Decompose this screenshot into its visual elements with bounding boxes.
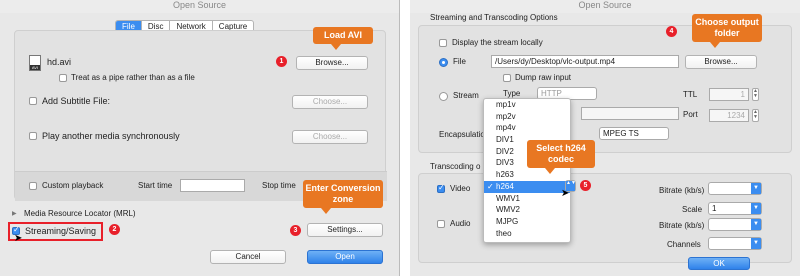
subtitle-checkbox[interactable]	[29, 97, 37, 105]
codec-option[interactable]: MJPG	[484, 216, 570, 228]
streaming-label: Streaming/Saving	[25, 226, 97, 236]
codec-option[interactable]: theo	[484, 228, 570, 240]
step-badge-5: 5	[580, 180, 591, 191]
start-time-input[interactable]	[180, 179, 245, 192]
custom-playback-checkbox[interactable]	[29, 182, 37, 190]
chevron-down-icon: ▼	[751, 203, 761, 214]
callout-conversion-zone: Enter Conversion zone	[303, 180, 383, 214]
output-path-input[interactable]: /Users/dy/Desktop/vlc-output.mp4	[491, 55, 679, 68]
video-checkbox[interactable]	[437, 183, 445, 193]
stop-time-label: Stop time	[262, 181, 296, 190]
step-badge-3: 3	[290, 225, 301, 236]
ttl-label: TTL	[683, 90, 698, 99]
callout-load-avi: Load AVI	[313, 27, 373, 50]
encapsulation-value: MPEG TS	[603, 129, 639, 138]
browse-button[interactable]: Browse...	[296, 56, 368, 70]
window-title: Open Source	[0, 0, 399, 13]
video-label: Video	[450, 184, 471, 193]
open-source-dialog-right: Open Source Streaming and Transcoding Op…	[410, 0, 800, 276]
transcoding-group: Video Bitrate (kb/s) ▼ Scale 1▼ Audio Bi…	[418, 173, 792, 263]
type-label: Type	[503, 89, 521, 98]
choose-sync-button[interactable]: Choose...	[292, 130, 368, 144]
file-radio[interactable]	[439, 58, 448, 67]
file-label: File	[453, 57, 466, 66]
callout-output-folder: Choose output folder	[692, 14, 762, 48]
codec-option[interactable]: WMV1	[484, 193, 570, 205]
port-input[interactable]: 1234	[709, 109, 749, 122]
audio-bitrate-label: Bitrate (kb/s)	[659, 221, 705, 230]
port-label: Port	[683, 110, 698, 119]
start-time-label: Start time	[138, 181, 173, 190]
mrl-label: Media Resource Locator (MRL)	[24, 209, 136, 218]
stream-label: Stream	[453, 91, 479, 100]
audio-checkbox[interactable]	[437, 220, 445, 228]
avi-icon-label: AVI	[30, 65, 40, 70]
settings-button[interactable]: Settings...	[307, 223, 383, 237]
file-group: AVI hd.avi Treat as a pipe rather than a…	[14, 30, 387, 201]
display-locally-checkbox[interactable]	[439, 39, 447, 47]
pipe-checkbox[interactable]	[59, 74, 67, 82]
audio-label: Audio	[450, 219, 471, 228]
callout-select-codec: Select h264 codec	[527, 140, 595, 174]
codec-option[interactable]: mp2v	[484, 111, 570, 123]
channels-select[interactable]: ▼	[708, 237, 762, 250]
ok-button[interactable]: OK	[688, 257, 750, 270]
channels-label: Channels	[667, 240, 701, 249]
file-name: hd.avi	[47, 57, 72, 67]
open-button[interactable]: Open	[307, 250, 383, 264]
window-title-right: Open Source	[410, 0, 800, 13]
scale-value: 1	[712, 204, 717, 213]
streaming-options-title: Streaming and Transcoding Options	[430, 13, 558, 22]
scale-select[interactable]: 1 ▼	[708, 202, 762, 215]
codec-option[interactable]: h263	[484, 169, 570, 181]
subtitle-label: Add Subtitle File:	[42, 96, 111, 106]
step-badge-4: 4	[666, 26, 677, 37]
codec-dropdown[interactable]: mp1v mp2v mp4v DIV1 DIV2 DIV3 h263 h264 …	[483, 98, 571, 243]
dump-raw-checkbox[interactable]	[503, 74, 511, 82]
display-locally-label: Display the stream locally	[452, 38, 543, 47]
ttl-input[interactable]: 1	[709, 88, 749, 101]
step-badge-1: 1	[276, 56, 287, 67]
stream-radio[interactable]	[439, 92, 448, 101]
custom-playback-label: Custom playback	[42, 181, 104, 190]
stream-type-value: HTTP	[541, 89, 562, 98]
video-bitrate-label: Bitrate (kb/s)	[659, 186, 705, 195]
choose-subtitle-button[interactable]: Choose...	[292, 95, 368, 109]
file-icon: AVI	[29, 55, 41, 71]
sync-checkbox[interactable]	[29, 132, 37, 140]
audio-bitrate-select[interactable]: ▼	[708, 218, 762, 231]
codec-option[interactable]: WMV2	[484, 204, 570, 216]
browse-output-button[interactable]: Browse...	[685, 55, 757, 69]
scale-label: Scale	[682, 205, 703, 214]
codec-option-selected[interactable]: h264	[484, 180, 570, 193]
codec-option[interactable]: mp1v	[484, 99, 570, 111]
chevron-down-icon: ▼	[751, 238, 761, 249]
destination-group: Display the stream locally File /Users/d…	[418, 25, 792, 153]
encapsulation-select[interactable]: MPEG TS	[599, 127, 669, 140]
transcoding-title: Transcoding o	[430, 162, 481, 171]
codec-option[interactable]: mp4v	[484, 122, 570, 134]
cancel-button[interactable]: Cancel	[210, 250, 286, 264]
mouse-cursor-icon: ➤	[14, 233, 23, 244]
chevron-down-icon: ▼	[751, 219, 761, 230]
sync-label: Play another media synchronously	[42, 131, 180, 141]
video-bitrate-select[interactable]: ▼	[708, 182, 762, 195]
mouse-cursor-icon: ➤	[561, 188, 570, 199]
open-source-dialog-left: Open Source File Disc Network Capture AV…	[0, 0, 400, 276]
step-badge-2: 2	[109, 224, 120, 235]
disclosure-triangle-icon[interactable]: ▶	[12, 210, 17, 217]
ttl-stepper[interactable]: ▲ ▼	[752, 88, 759, 101]
pipe-label: Treat as a pipe rather than as a file	[71, 73, 195, 82]
stream-address-input[interactable]	[581, 107, 679, 120]
encapsulation-label: Encapsulation	[439, 130, 490, 139]
chevron-down-icon: ▼	[751, 183, 761, 194]
port-stepper[interactable]: ▲ ▼	[752, 109, 759, 122]
dump-raw-label: Dump raw input	[515, 73, 572, 82]
